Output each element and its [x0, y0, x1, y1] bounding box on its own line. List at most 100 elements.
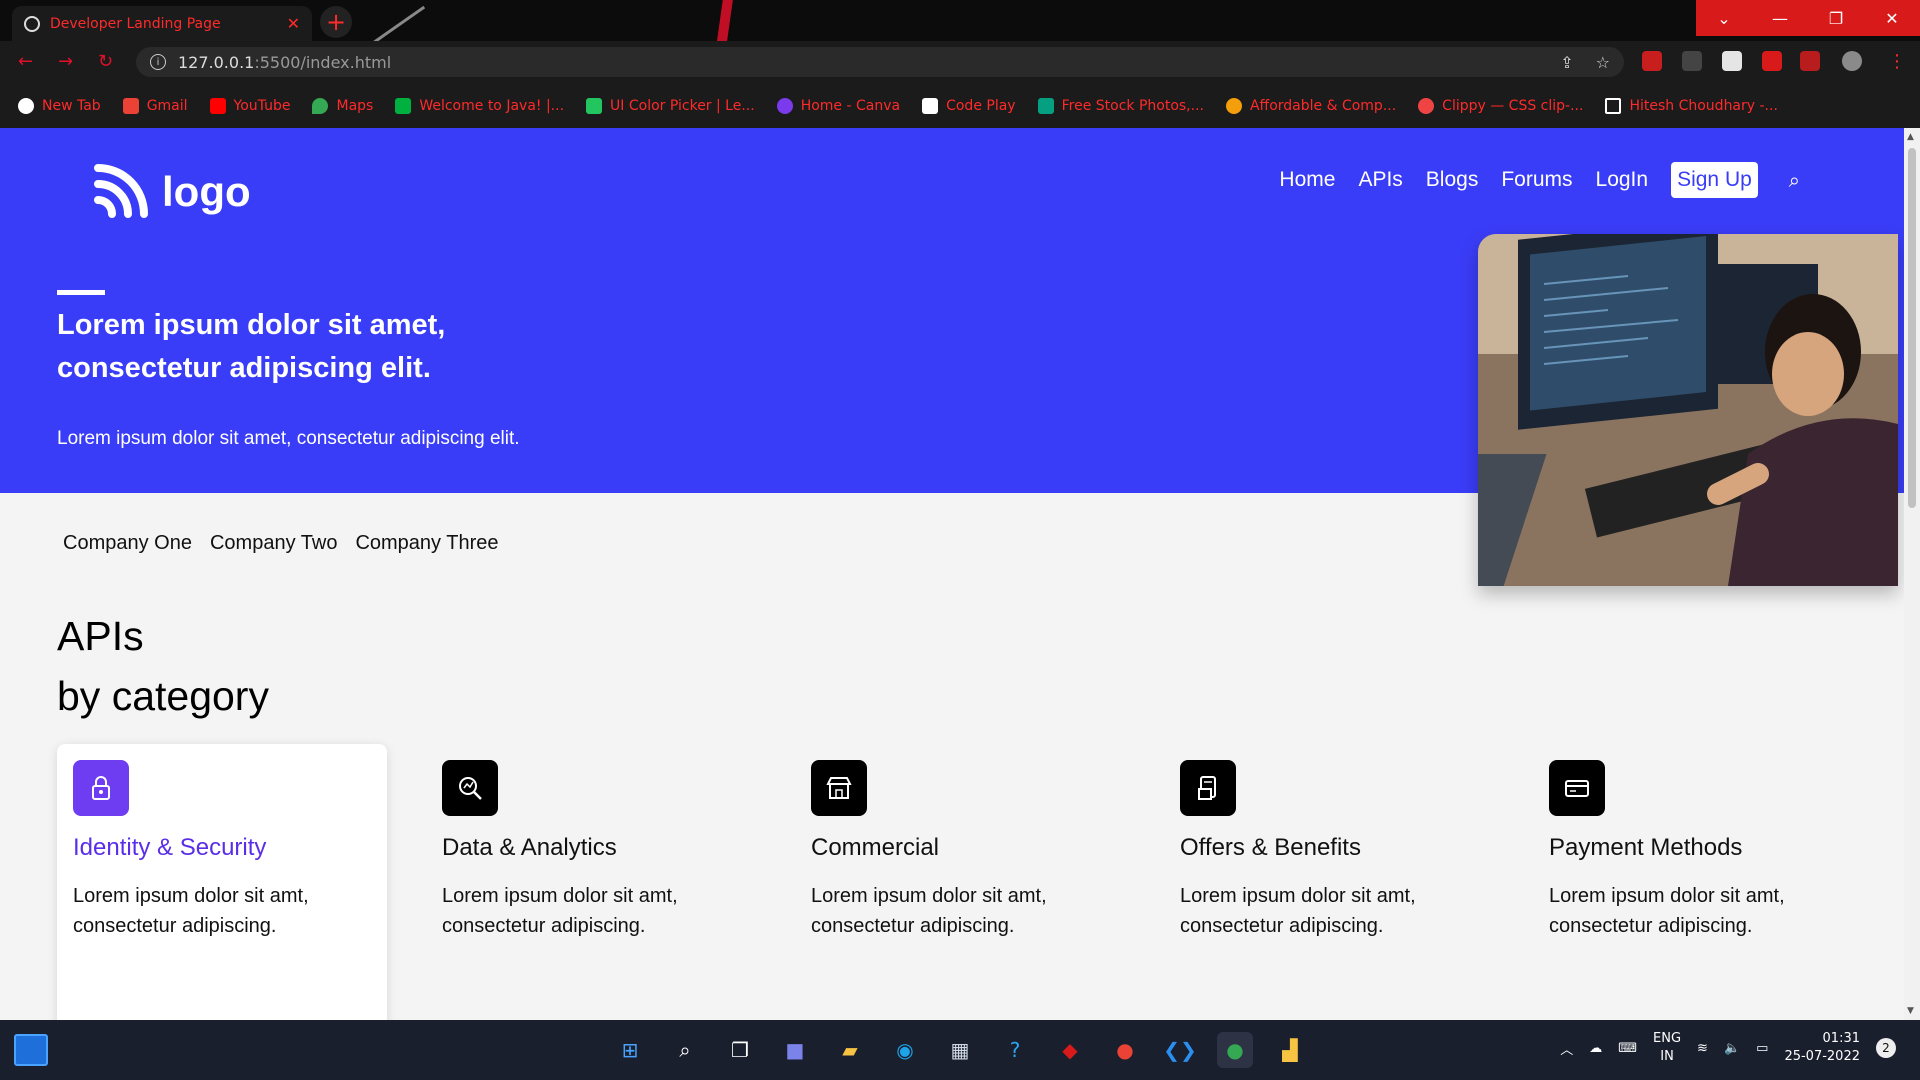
bookmark-item[interactable]: Hitesh Choudhary -... — [1605, 97, 1778, 114]
reload-icon[interactable]: ↻ — [98, 51, 113, 72]
page-scrollbar[interactable]: ▲ ▼ — [1904, 128, 1920, 1020]
search-icon[interactable]: ⌕ — [1789, 168, 1800, 192]
new-tab-button[interactable]: + — [320, 6, 352, 38]
notes-app-icon[interactable]: ▟ — [1272, 1032, 1308, 1068]
logo-text: logo — [162, 168, 251, 215]
avatar[interactable] — [1842, 51, 1862, 71]
nav-home[interactable]: Home — [1279, 168, 1335, 192]
teams-chat-icon[interactable]: ■ — [777, 1032, 813, 1068]
pen-extension-icon[interactable] — [1682, 51, 1702, 71]
bookmark-item[interactable]: Home - Canva — [776, 97, 900, 114]
file-explorer-icon[interactable]: ▰ — [832, 1032, 868, 1068]
back-arrow-icon[interactable]: ← — [18, 51, 33, 72]
category-desc: Lorem ipsum dolor sit amt, consectetur a… — [73, 885, 309, 937]
companies-row: Company One Company Two Company Three — [63, 532, 499, 555]
site-info-icon[interactable]: i — [150, 54, 166, 70]
vscode-icon[interactable]: ❮❯ — [1162, 1032, 1198, 1068]
volume-icon[interactable]: 🔈 — [1724, 1041, 1740, 1056]
browser-tab-strip: Developer Landing Page ✕ + ⌄ — ❐ ✕ — [0, 0, 1920, 41]
bookmark-item[interactable]: Free Stock Photos,... — [1037, 97, 1204, 114]
minimize-button[interactable]: — — [1752, 0, 1808, 36]
bookmark-item[interactable]: UI Color Picker | Le... — [586, 97, 755, 114]
credit-card-icon — [1549, 760, 1605, 816]
taskbar: ⊞ ⌕ ❐ ■ ▰ ◉ ▦ ? ◆ ● ❮❯ ● ▟ ︿ ☁ ⌨ ENG IN ≋… — [0, 1020, 1920, 1080]
search-icon[interactable]: ⌕ — [667, 1032, 703, 1068]
help-icon[interactable]: ? — [997, 1032, 1033, 1068]
language-indicator[interactable]: ENG IN — [1653, 1030, 1681, 1066]
nav-blogs[interactable]: Blogs — [1426, 168, 1479, 192]
restore-button[interactable]: ❐ — [1808, 0, 1864, 36]
task-view-icon[interactable] — [14, 1034, 48, 1066]
company-name: Company Three — [355, 532, 499, 554]
cloud-icon[interactable]: ☁ — [1589, 1041, 1602, 1056]
store-icon[interactable]: ▦ — [942, 1032, 978, 1068]
category-title: Identity & Security — [73, 834, 267, 861]
wifi-icon[interactable]: ≋ — [1697, 1041, 1708, 1056]
scrollbar-thumb[interactable] — [1908, 148, 1916, 508]
clock[interactable]: 01:31 25-07-2022 — [1784, 1030, 1860, 1066]
document-icon — [1180, 760, 1236, 816]
bookmark-star-icon[interactable]: ☆ — [1596, 53, 1610, 72]
close-window-button[interactable]: ✕ — [1864, 0, 1920, 36]
keyboard-icon[interactable]: ⌨ — [1618, 1041, 1637, 1056]
url-input[interactable]: i 127.0.0.1:5500/index.html ⇪ ☆ — [136, 47, 1624, 77]
kebab-menu-icon[interactable]: ⋮ — [1888, 51, 1906, 72]
close-tab-icon[interactable]: ✕ — [287, 14, 300, 33]
sidepanel-icon[interactable] — [1800, 51, 1820, 71]
category-card[interactable]: Payment Methods Lorem ipsum dolor sit am… — [1533, 744, 1863, 1020]
category-desc: Lorem ipsum dolor sit amt, consectetur a… — [1180, 885, 1416, 937]
scroll-up-icon[interactable]: ▲ — [1907, 132, 1914, 142]
nav-apis[interactable]: APIs — [1358, 168, 1402, 192]
bookmark-item[interactable]: Welcome to Java! |... — [395, 97, 564, 114]
bookmark-item[interactable]: New Tab — [18, 97, 101, 114]
windows-start-icon[interactable]: ⊞ — [612, 1032, 648, 1068]
system-tray: ︿ ☁ ⌨ ENG IN ≋ 🔈 ▭ 01:31 25-07-2022 2 — [1560, 1030, 1896, 1066]
share-icon[interactable]: ⇪ — [1560, 53, 1573, 72]
chevron-up-icon[interactable]: ︿ — [1560, 1039, 1573, 1058]
extension-icon[interactable] — [1642, 51, 1662, 71]
extension-icon[interactable] — [1722, 51, 1742, 71]
forward-arrow-icon[interactable]: → — [58, 51, 73, 72]
url-text: 127.0.0.1:5500/index.html — [178, 52, 392, 72]
category-card[interactable]: Offers & Benefits Lorem ipsum dolor sit … — [1164, 744, 1494, 1020]
search-chart-icon — [442, 760, 498, 816]
battery-icon[interactable]: ▭ — [1756, 1041, 1768, 1056]
section-title: APIs by category — [57, 613, 269, 719]
category-card[interactable]: Data & Analytics Lorem ipsum dolor sit a… — [426, 744, 756, 1020]
store-icon — [811, 760, 867, 816]
nav-login[interactable]: LogIn — [1596, 168, 1649, 192]
category-desc: Lorem ipsum dolor sit amt, consectetur a… — [442, 885, 678, 937]
tab-search-button[interactable]: ⌄ — [1696, 0, 1752, 36]
puzzle-icon[interactable] — [1762, 51, 1782, 71]
category-card[interactable]: Commercial Lorem ipsum dolor sit amt, co… — [795, 744, 1125, 1020]
signup-button[interactable]: Sign Up — [1671, 162, 1758, 198]
mcafee-icon[interactable]: ◆ — [1052, 1032, 1088, 1068]
chrome-icon[interactable]: ● — [1107, 1032, 1143, 1068]
rss-logo-icon — [94, 164, 148, 218]
bookmarks-bar: New Tab Gmail YouTube Maps Welcome to Ja… — [0, 83, 1920, 128]
category-title: Commercial — [811, 834, 940, 861]
bookmark-item[interactable]: Code Play — [922, 97, 1016, 114]
category-card[interactable]: Identity & Security Lorem ipsum dolor si… — [57, 744, 387, 1020]
bookmark-item[interactable]: Clippy — CSS clip-... — [1418, 97, 1583, 114]
bookmark-item[interactable]: Affordable & Comp... — [1225, 97, 1396, 114]
scroll-down-icon[interactable]: ▼ — [1907, 1006, 1914, 1016]
headline-accent — [57, 290, 105, 295]
notification-badge[interactable]: 2 — [1876, 1038, 1896, 1058]
category-title: Payment Methods — [1549, 834, 1743, 861]
browser-tab[interactable]: Developer Landing Page ✕ — [12, 6, 312, 41]
bookmark-item[interactable]: Maps — [312, 97, 373, 114]
bookmark-item[interactable]: Gmail — [122, 97, 188, 114]
company-name: Company Two — [209, 532, 338, 554]
hero-headline: Lorem ipsum dolor sit amet, consectetur … — [57, 309, 446, 384]
bookmark-item[interactable]: YouTube — [209, 97, 290, 114]
hero-subtext: Lorem ipsum dolor sit amet, consectetur … — [57, 428, 520, 449]
category-title: Data & Analytics — [442, 834, 617, 861]
main-nav: Home APIs Blogs Forums LogIn Sign Up ⌕ — [1279, 162, 1800, 198]
chrome-profile-icon[interactable]: ● — [1217, 1032, 1253, 1068]
edge-icon[interactable]: ◉ — [887, 1032, 923, 1068]
site-logo[interactable]: logo — [92, 164, 251, 220]
task-view-icon[interactable]: ❐ — [722, 1032, 758, 1068]
lock-icon — [73, 760, 129, 816]
nav-forums[interactable]: Forums — [1501, 168, 1572, 192]
